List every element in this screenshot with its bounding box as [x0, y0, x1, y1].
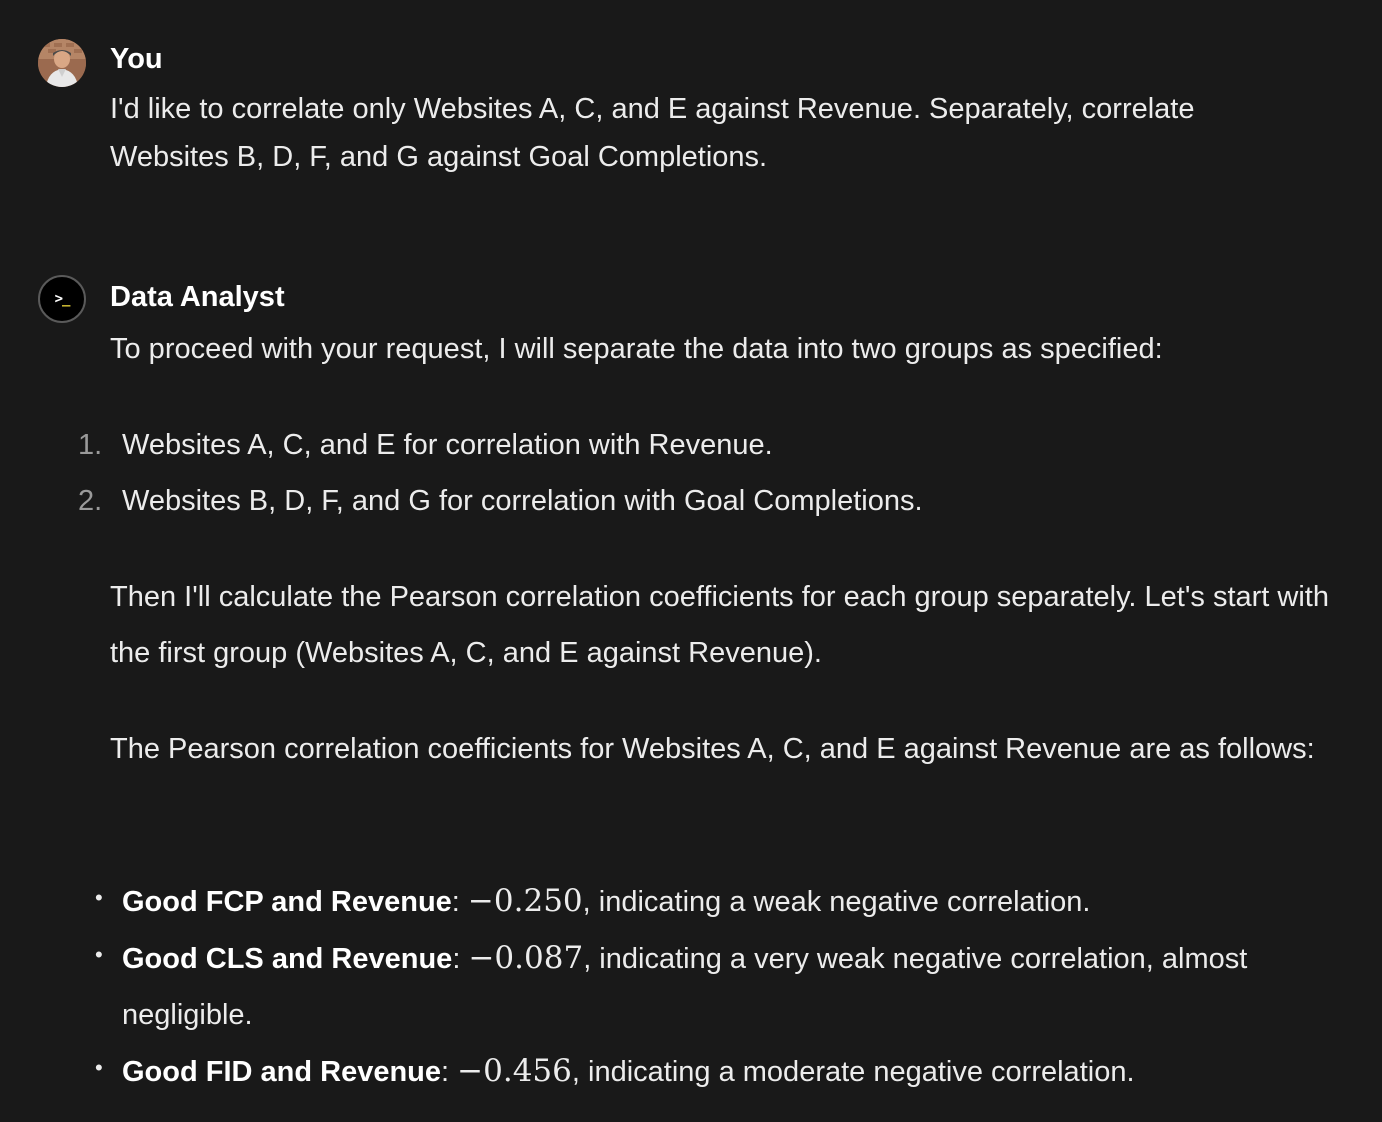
user-photo-avatar-icon — [38, 39, 86, 87]
list-item-number: 1. — [78, 429, 103, 461]
assistant-intro-paragraph: To proceed with your request, I will sep… — [110, 333, 1163, 365]
terminal-prompt-icon: >_ — [54, 291, 71, 307]
user-avatar — [38, 39, 86, 87]
bullet-value: −0.250 — [467, 883, 583, 919]
bullet-item: • Good FID and Revenue: −0.456, indicati… — [0, 1043, 1382, 1100]
bullet-text: , indicating a weak negative correlation… — [582, 886, 1091, 918]
bullet-label: Good FCP and Revenue — [122, 886, 452, 918]
bullet-text: , indicating a moderate negative correla… — [571, 1056, 1135, 1088]
bullet-marker: • — [95, 942, 103, 967]
bullet-list: • Good FCP and Revenue: −0.250, indicati… — [0, 873, 1382, 1100]
bullet-value: −0.087 — [468, 940, 584, 976]
data-analyst-avatar: >_ — [38, 275, 86, 323]
user-author-name: You — [110, 43, 163, 75]
list-item-text: Websites A, C, and E for correlation wit… — [122, 429, 773, 461]
list-item-text: Websites B, D, F, and G for correlation … — [122, 485, 923, 517]
bullet-label: Good FID and Revenue — [122, 1056, 442, 1088]
bullet-separator: : — [451, 886, 460, 918]
list-item-number: 2. — [78, 485, 103, 517]
bullet-item: • Good CLS and Revenue: −0.087, indicati… — [0, 930, 1382, 1043]
bullet-separator: : — [452, 943, 461, 975]
bullet-marker: • — [95, 1055, 103, 1080]
user-message-text: I'd like to correlate only Websites A, C… — [110, 93, 1195, 173]
assistant-paragraph-3: The Pearson correlation coefficients for… — [110, 733, 1315, 765]
bullet-item: • Good FCP and Revenue: −0.250, indicati… — [0, 873, 1382, 930]
bullet-marker: • — [95, 885, 103, 910]
assistant-paragraph-2: Then I'll calculate the Pearson correlat… — [110, 581, 1329, 669]
bullet-value: −0.456 — [457, 1053, 572, 1089]
bullet-label: Good CLS and Revenue — [122, 943, 453, 975]
assistant-author-name: Data Analyst — [110, 281, 285, 313]
bullet-separator: : — [441, 1056, 450, 1088]
